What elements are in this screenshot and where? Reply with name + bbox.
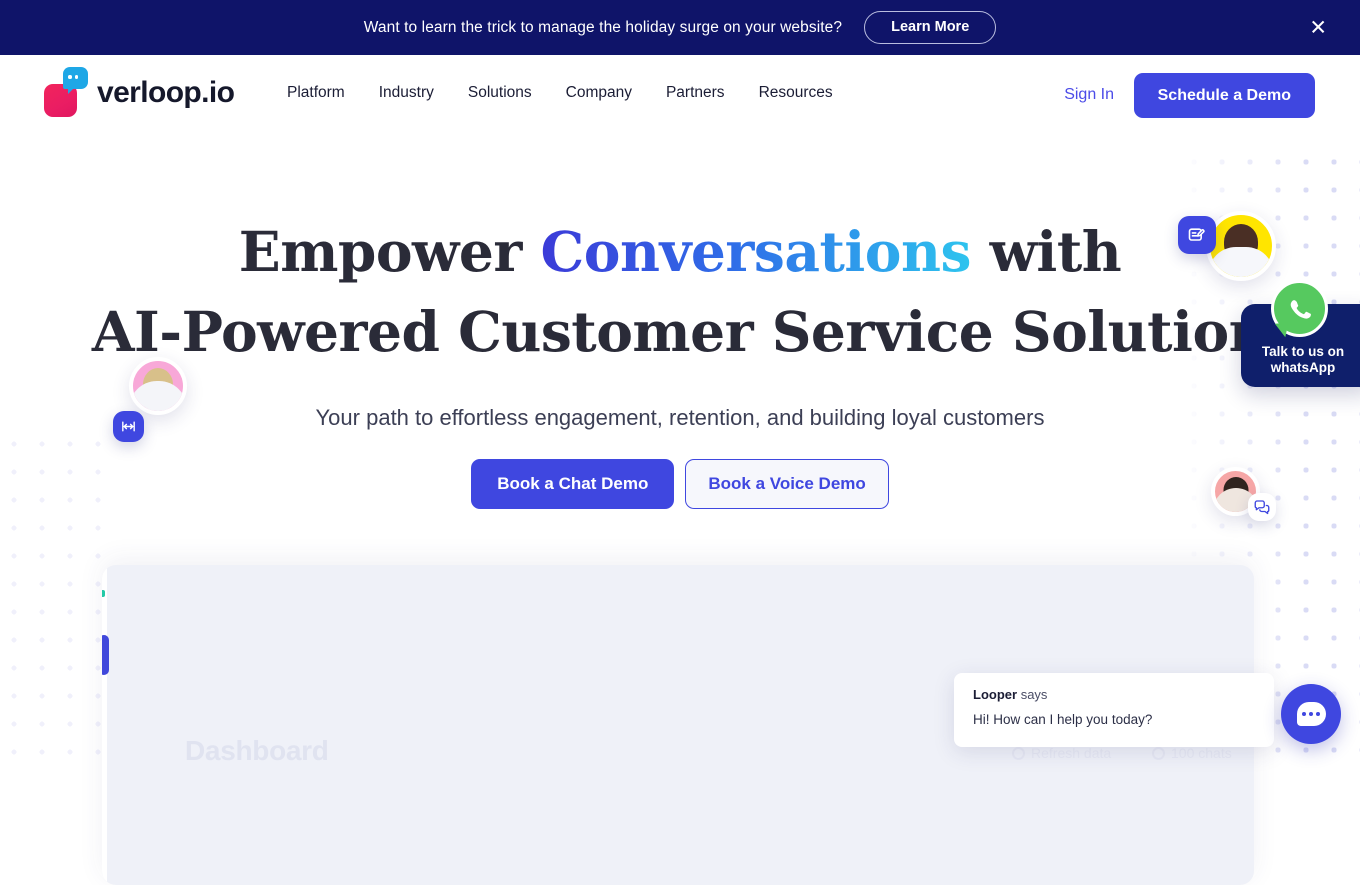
chat-says-label: says (1020, 687, 1048, 702)
heading-line-2: AI-Powered Customer Service Solution (91, 299, 1269, 364)
main-navigation: Platform Industry Solutions Company Part… (287, 84, 833, 102)
form-edit-icon (1178, 216, 1216, 254)
heading-part-1: Empower (238, 219, 541, 284)
page-title: Empower Conversations with AI-Powered Cu… (0, 212, 1360, 372)
chat-bot-name-row: Looper says (973, 687, 1255, 702)
nav-item-solutions[interactable]: Solutions (468, 84, 532, 102)
avatar-agent-left (113, 357, 187, 442)
schedule-demo-button[interactable]: Schedule a Demo (1133, 73, 1315, 118)
nav-item-industry[interactable]: Industry (379, 84, 434, 102)
chat-launcher-button[interactable] (1281, 684, 1341, 744)
whatsapp-icon (1271, 280, 1328, 338)
logo-wordmark: verloop.io (97, 76, 235, 109)
sidebar-active-indicator (102, 635, 109, 675)
whatsapp-label: Talk to us on whatsApp (1249, 344, 1357, 376)
whatsapp-label-line2: whatsApp (1270, 360, 1336, 375)
whatsapp-label-line1: Talk to us on (1261, 344, 1345, 359)
avatar-agent-right-top (1178, 211, 1276, 281)
dashboard-chats-label: 100 chats (1171, 745, 1232, 761)
book-chat-demo-button[interactable]: Book a Chat Demo (471, 459, 675, 509)
status-dot-icon (102, 590, 105, 597)
announcement-text: Want to learn the trick to manage the ho… (363, 18, 843, 36)
chat-greeting-message: Hi! How can I help you today? (973, 712, 1153, 727)
avatar-agent-right-bottom (1211, 467, 1276, 521)
chat-greeting-tooltip[interactable]: Looper says Hi! How can I help you today… (954, 673, 1274, 747)
nav-item-partners[interactable]: Partners (666, 84, 725, 102)
nav-item-platform[interactable]: Platform (287, 84, 345, 102)
dashboard-refresh-data[interactable]: Refresh data (1012, 745, 1111, 761)
heading-part-2: with (970, 219, 1122, 284)
learn-more-button[interactable]: Learn More (864, 11, 997, 44)
nav-item-resources[interactable]: Resources (759, 84, 833, 102)
resize-width-icon (113, 411, 144, 442)
verloop-logo[interactable]: verloop.io (44, 67, 235, 119)
dashboard-chats-count[interactable]: 100 chats (1152, 745, 1232, 761)
book-voice-demo-button[interactable]: Book a Voice Demo (685, 459, 889, 509)
nav-item-company[interactable]: Company (566, 84, 632, 102)
heading-highlight: Conversations (540, 219, 972, 284)
chats-icon (1152, 746, 1165, 760)
sign-in-link[interactable]: Sign In (1064, 86, 1114, 104)
chat-bot-name: Looper (973, 687, 1018, 702)
site-header: verloop.io Platform Industry Solutions C… (0, 55, 1360, 137)
avatar (129, 357, 187, 415)
hero-cta-group: Book a Chat Demo Book a Voice Demo (0, 459, 1360, 509)
hero-section: Empower Conversations with AI-Powered Cu… (0, 137, 1360, 509)
whatsapp-widget[interactable]: Talk to us on whatsApp (1241, 280, 1360, 387)
close-icon[interactable]: ✕ (1309, 17, 1327, 38)
chat-bubbles-icon (1248, 493, 1276, 521)
refresh-icon (1012, 746, 1025, 760)
dashboard-title: Dashboard (185, 735, 329, 766)
dashboard-sidebar-rail (102, 565, 109, 885)
hero-subheading: Your path to effortless engagement, rete… (315, 405, 1045, 430)
verloop-logo-icon (44, 67, 88, 119)
avatar (1206, 211, 1276, 281)
dashboard-refresh-label: Refresh data (1031, 745, 1112, 761)
announcement-banner: Want to learn the trick to manage the ho… (0, 0, 1360, 55)
chat-bubble-icon (1296, 702, 1326, 726)
